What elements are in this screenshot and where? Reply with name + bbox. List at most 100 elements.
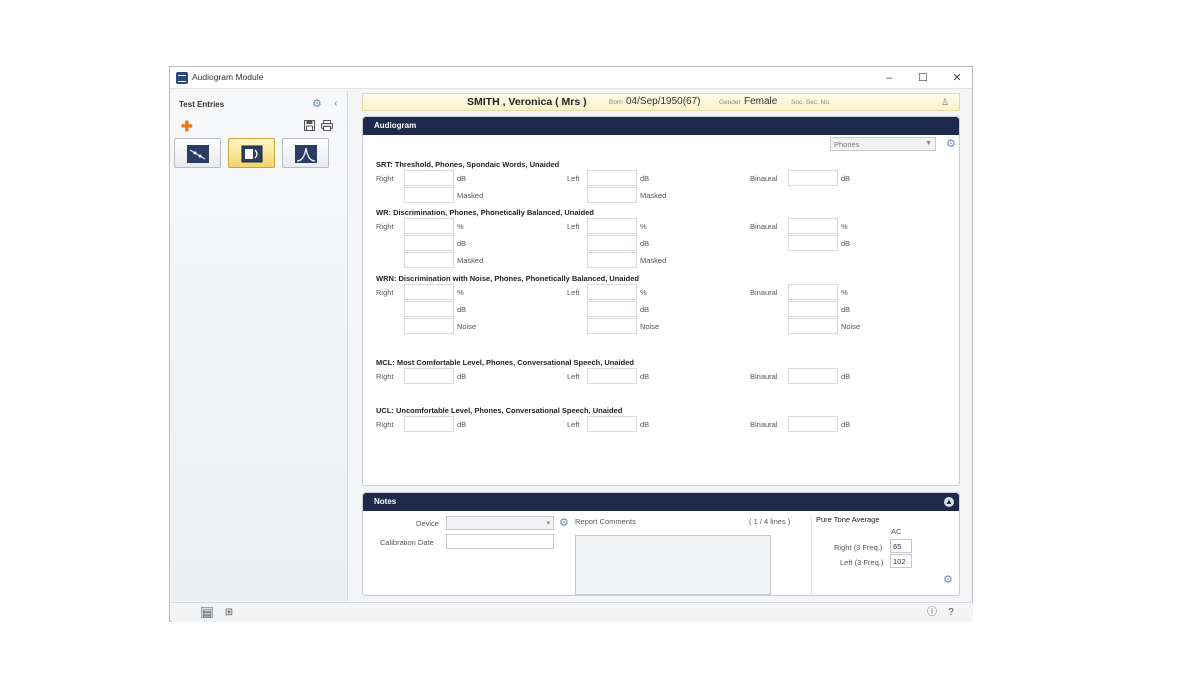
notes-panel-header: Notes ▲ — [363, 493, 959, 511]
report-comments-label: Report Comments — [575, 517, 636, 526]
pta-left-label: Left (3 Freq.) — [840, 558, 884, 567]
ucl-binaural-db-field[interactable] — [788, 416, 838, 432]
srt-binaural-db-unit: dB — [841, 174, 851, 183]
device-settings-gear-icon[interactable]: ⚙ — [559, 518, 569, 529]
speech-test-icon — [241, 145, 263, 163]
speech-entry-button[interactable] — [228, 138, 275, 168]
pta-ac-label: AC — [891, 527, 902, 536]
audiogram-window: Audiogram Module – ☐ ✕ Test Entries ⚙ ‹ … — [169, 66, 973, 622]
wrn-right-noise-field[interactable] — [404, 318, 454, 334]
save-icon[interactable] — [304, 120, 315, 134]
minimize-button[interactable]: – — [878, 69, 900, 87]
info-icon[interactable]: ⓘ — [926, 607, 938, 618]
transducer-select[interactable]: Phones ▼ — [830, 137, 936, 151]
single-view-icon[interactable]: ▤ — [201, 607, 213, 619]
wr-right-db-field[interactable] — [404, 235, 454, 251]
wrn-right-db-field[interactable] — [404, 301, 454, 317]
collapse-chevron-icon[interactable]: ‹ — [334, 99, 337, 109]
collapse-chevron-icon[interactable]: ▲ — [944, 497, 954, 507]
pta-left-value: 102 — [890, 554, 912, 568]
print-icon[interactable] — [321, 120, 333, 134]
tympanogram-button[interactable] — [282, 138, 329, 168]
chevron-down-icon: ▼ — [925, 140, 932, 147]
wr-section-title: WR: Discrimination, Phones, Phonetically… — [376, 208, 594, 217]
app-icon — [176, 72, 188, 84]
wr-right-percent-unit: % — [457, 222, 464, 231]
mcl-binaural-db-field[interactable] — [788, 368, 838, 384]
grid-view-icon[interactable]: ⊞ — [223, 607, 235, 618]
wrn-left-percent-field[interactable] — [587, 284, 637, 300]
born-label: Born — [609, 99, 623, 106]
wr-left-label: Left — [567, 222, 580, 231]
wr-left-masked-field[interactable] — [587, 252, 637, 268]
test-entries-sidebar: Test Entries ⚙ ‹ ✚ — [171, 91, 348, 601]
help-icon[interactable]: ? — [945, 607, 957, 618]
calibration-date-label: Calibration Date — [380, 538, 434, 547]
add-plus-icon[interactable]: ✚ — [181, 119, 193, 133]
mcl-right-label: Right — [376, 372, 394, 381]
person-icon[interactable]: ♙ — [941, 97, 949, 107]
ssn-label: Soc. Sec. No. — [791, 99, 831, 106]
ucl-binaural-label: Binaural — [750, 420, 778, 429]
wrn-binaural-noise-field[interactable] — [788, 318, 838, 334]
mcl-binaural-db-unit: dB — [841, 372, 851, 381]
ucl-left-db-unit: dB — [640, 420, 650, 429]
wr-right-masked-field[interactable] — [404, 252, 454, 268]
mcl-left-db-unit: dB — [640, 372, 650, 381]
graph-view-button[interactable] — [174, 138, 221, 168]
srt-right-masked-field[interactable] — [404, 187, 454, 203]
wr-left-percent-field[interactable] — [587, 218, 637, 234]
wrn-binaural-db-unit: dB — [841, 305, 851, 314]
close-button[interactable]: ✕ — [946, 69, 968, 87]
pure-tone-average-box: Pure Tone Average AC Right (3 Freq.) 65 … — [811, 515, 957, 595]
audiogram-graph-icon — [187, 145, 209, 163]
ucl-right-label: Right — [376, 420, 394, 429]
wr-binaural-percent-field[interactable] — [788, 218, 838, 234]
wrn-binaural-db-field[interactable] — [788, 301, 838, 317]
wrn-left-noise-label: Noise — [640, 322, 660, 331]
wr-left-percent-unit: % — [640, 222, 647, 231]
wr-left-db-field[interactable] — [587, 235, 637, 251]
wr-binaural-db-field[interactable] — [788, 235, 838, 251]
srt-left-db-field[interactable] — [587, 170, 637, 186]
wrn-right-percent-field[interactable] — [404, 284, 454, 300]
wr-right-percent-field[interactable] — [404, 218, 454, 234]
srt-left-masked-field[interactable] — [587, 187, 637, 203]
wrn-right-percent-unit: % — [457, 288, 464, 297]
wrn-left-noise-field[interactable] — [587, 318, 637, 334]
patient-info-bar: SMITH , Veronica ( Mrs ) Born 04/Sep/195… — [362, 93, 960, 111]
sidebar-settings-gear-icon[interactable]: ⚙ — [312, 99, 322, 110]
srt-right-db-field[interactable] — [404, 170, 454, 186]
wrn-left-percent-unit: % — [640, 288, 647, 297]
srt-binaural-label: Binaural — [750, 174, 778, 183]
audiogram-panel-title: Audiogram — [374, 121, 417, 130]
srt-left-masked-label: Masked — [640, 191, 667, 200]
transducer-settings-gear-icon[interactable]: ⚙ — [946, 139, 956, 150]
ucl-left-label: Left — [567, 420, 580, 429]
chevron-down-icon: ▾ — [546, 520, 550, 527]
srt-right-label: Right — [376, 174, 394, 183]
calibration-date-field[interactable] — [446, 534, 554, 549]
ucl-binaural-db-unit: dB — [841, 420, 851, 429]
sidebar-title: Test Entries — [179, 100, 225, 109]
gender-value: Female — [744, 96, 778, 107]
title-bar: Audiogram Module – ☐ ✕ — [170, 67, 972, 89]
srt-left-db-unit: dB — [640, 174, 650, 183]
wrn-left-db-field[interactable] — [587, 301, 637, 317]
mcl-left-db-field[interactable] — [587, 368, 637, 384]
mcl-right-db-field[interactable] — [404, 368, 454, 384]
ucl-right-db-field[interactable] — [404, 416, 454, 432]
device-select[interactable]: ▾ — [446, 516, 554, 530]
wrn-right-noise-label: Noise — [457, 322, 477, 331]
wr-binaural-label: Binaural — [750, 222, 778, 231]
wrn-right-label: Right — [376, 288, 394, 297]
wrn-left-db-unit: dB — [640, 305, 650, 314]
comments-line-count: ( 1 / 4 lines ) — [749, 517, 791, 526]
wrn-binaural-percent-field[interactable] — [788, 284, 838, 300]
srt-right-db-unit: dB — [457, 174, 467, 183]
report-comments-textarea[interactable] — [575, 535, 771, 595]
ucl-left-db-field[interactable] — [587, 416, 637, 432]
pta-settings-gear-icon[interactable]: ⚙ — [943, 575, 953, 586]
srt-binaural-db-field[interactable] — [788, 170, 838, 186]
maximize-button[interactable]: ☐ — [912, 69, 934, 87]
